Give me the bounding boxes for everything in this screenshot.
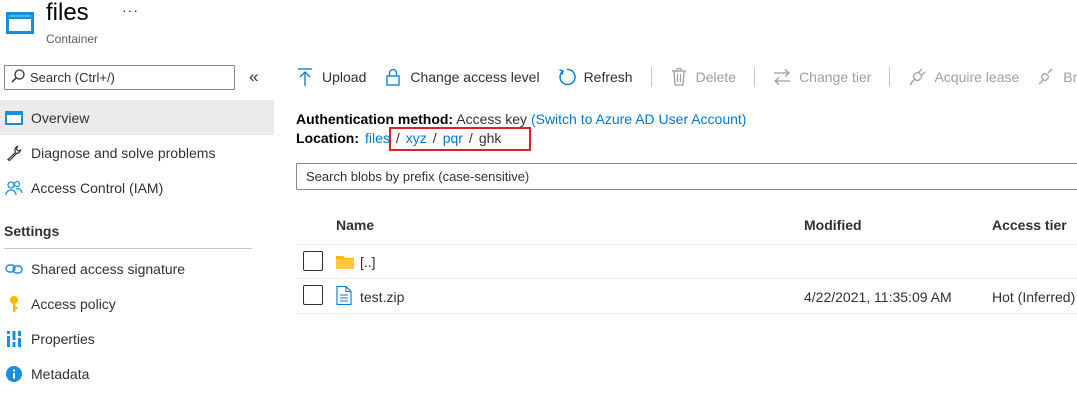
row-checkbox[interactable]: [303, 251, 323, 271]
sidebar-item-diagnose[interactable]: Diagnose and solve problems: [0, 135, 274, 170]
upload-icon: [296, 67, 314, 87]
auth-method-line: Authentication method: Access key (Switc…: [296, 111, 746, 127]
break-lease-button[interactable]: Br: [1037, 67, 1077, 87]
sidebar-item-iam[interactable]: Access Control (IAM): [0, 170, 274, 205]
toolbar-divider: [650, 67, 652, 87]
swap-arrows-icon: [773, 67, 791, 87]
change-tier-button[interactable]: Change tier: [773, 67, 871, 87]
delete-button[interactable]: Delete: [670, 67, 736, 87]
link-icon: [4, 259, 24, 279]
sidebar-item-label: Shared access signature: [31, 260, 186, 277]
column-header-modified[interactable]: Modified: [804, 217, 862, 233]
change-access-level-button[interactable]: Change access level: [384, 67, 540, 87]
toolbar-divider: [754, 67, 756, 87]
toolbar-divider: [889, 67, 891, 87]
row-name-link[interactable]: test.zip: [360, 289, 404, 305]
upload-label: Upload: [322, 69, 367, 85]
settings-section-header: Settings: [4, 223, 60, 239]
folder-icon: [336, 254, 354, 272]
delete-label: Delete: [695, 69, 737, 85]
sidebar-item-label: Access Control (IAM): [31, 179, 164, 196]
page-title: files: [46, 0, 89, 26]
change-tier-label: Change tier: [799, 69, 872, 85]
change-access-label: Change access level: [410, 69, 540, 85]
row-divider: [296, 244, 1077, 245]
refresh-label: Refresh: [583, 69, 633, 85]
auth-value: Access key: [456, 111, 528, 127]
people-icon: [4, 178, 24, 198]
refresh-icon: [558, 67, 576, 87]
column-header-access-tier[interactable]: Access tier: [992, 217, 1067, 233]
wrench-icon: [4, 143, 24, 163]
switch-auth-link[interactable]: (Switch to Azure AD User Account): [531, 111, 747, 127]
blob-search-input[interactable]: [296, 163, 1077, 190]
refresh-button[interactable]: Refresh: [558, 67, 633, 87]
breadcrumb-files[interactable]: files: [365, 130, 390, 146]
row-divider: [296, 313, 1077, 314]
acquire-lease-button[interactable]: Acquire lease: [908, 67, 1019, 87]
sidebar-search[interactable]: [4, 65, 235, 90]
file-icon: [336, 285, 352, 308]
sidebar-item-label: Overview: [31, 109, 90, 126]
sidebar-item-sas[interactable]: Shared access signature: [0, 251, 274, 286]
location-label: Location:: [296, 130, 359, 146]
collapse-sidebar-button[interactable]: «: [249, 67, 258, 87]
broken-plug-icon: [1037, 67, 1055, 87]
page-subtitle: Container: [46, 32, 99, 46]
overview-icon: [4, 108, 24, 128]
properties-icon: [4, 329, 24, 349]
sidebar-item-access-policy[interactable]: Access policy: [0, 286, 274, 321]
sidebar-item-label: Diagnose and solve problems: [31, 144, 216, 161]
command-bar: Upload Change access level Refresh Delet…: [296, 64, 1077, 90]
upload-button[interactable]: Upload: [296, 67, 366, 87]
lock-icon: [384, 67, 402, 87]
sidebar-item-properties[interactable]: Properties: [0, 321, 274, 356]
acquire-lease-label: Acquire lease: [934, 69, 1020, 85]
plug-icon: [908, 67, 926, 87]
trash-icon: [670, 67, 688, 87]
auth-label: Authentication method:: [296, 111, 454, 127]
key-icon: [4, 294, 24, 314]
column-header-name[interactable]: Name: [336, 217, 374, 233]
search-input[interactable]: [30, 70, 230, 85]
sidebar-item-label: Properties: [31, 330, 95, 347]
row-access-tier: Hot (Inferred): [992, 289, 1076, 305]
row-checkbox[interactable]: [303, 285, 323, 305]
sidebar-item-label: Access policy: [31, 295, 116, 312]
search-icon: [11, 69, 25, 86]
sidebar-item-label: Metadata: [31, 365, 90, 382]
sidebar-item-metadata[interactable]: Metadata: [0, 356, 274, 391]
row-modified: 4/22/2021, 11:35:09 AM: [804, 289, 952, 305]
sidebar-item-overview[interactable]: Overview: [0, 100, 274, 135]
container-icon: [6, 10, 34, 36]
highlight-box: [389, 127, 531, 151]
row-divider: [296, 278, 1077, 279]
section-divider: [4, 248, 252, 249]
break-lease-label: Br: [1063, 69, 1077, 85]
row-name-link[interactable]: [..]: [360, 254, 376, 270]
info-icon: [4, 364, 24, 384]
more-options-button[interactable]: ···: [122, 2, 139, 18]
